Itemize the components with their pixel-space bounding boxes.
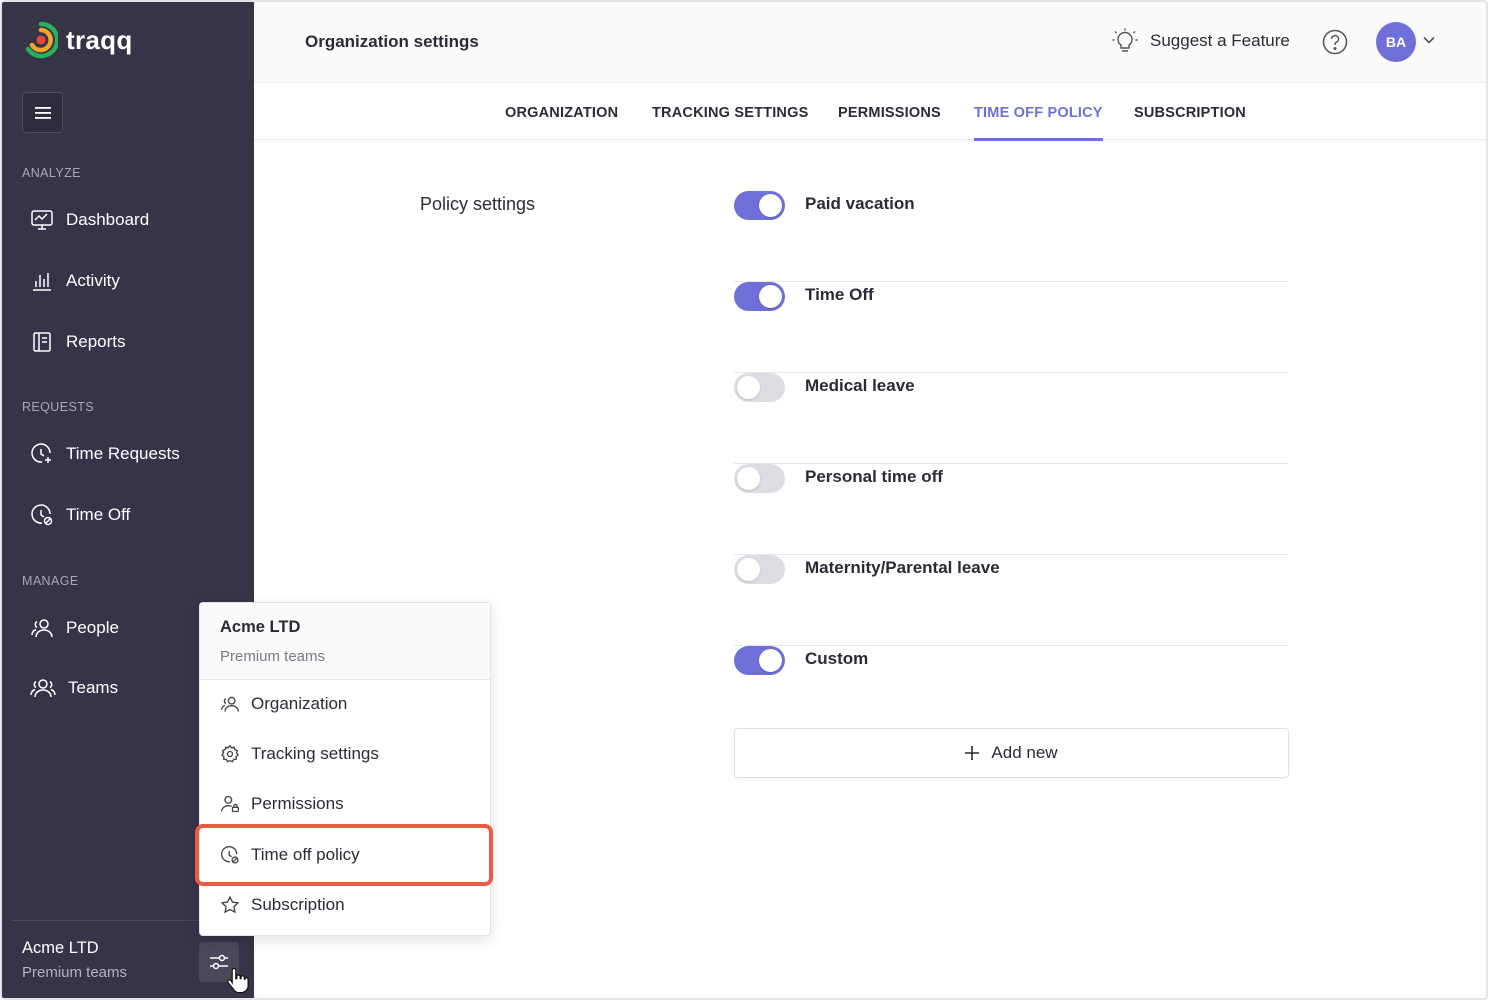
popup-item-tracking-settings[interactable]: Tracking settings bbox=[200, 729, 490, 779]
policy-row-paid-vacation: Paid vacation bbox=[734, 191, 1289, 282]
paid-vacation-toggle[interactable] bbox=[734, 191, 785, 220]
popup-item-label: Subscription bbox=[251, 895, 345, 914]
toggle-knob bbox=[759, 194, 782, 217]
app-frame: traqq ANALYZE Dashboard Activity Reports… bbox=[0, 0, 1488, 1000]
menu-toggle-button[interactable] bbox=[22, 92, 63, 133]
popup-item-label: Organization bbox=[251, 694, 348, 713]
chevron-down-icon[interactable] bbox=[1423, 36, 1435, 44]
add-new-label: Add new bbox=[991, 743, 1058, 762]
popup-item-label: Time off policy bbox=[251, 845, 360, 864]
settings-tabs: ORGANIZATION TRACKING SETTINGS PERMISSIO… bbox=[254, 83, 1486, 141]
popup-item-organization[interactable]: Organization bbox=[200, 679, 490, 729]
footer-plan: Premium teams bbox=[22, 964, 128, 981]
policy-label: Time Off bbox=[805, 285, 874, 304]
traqq-logo-icon bbox=[25, 21, 58, 59]
popup-item-label: Tracking settings bbox=[251, 744, 379, 763]
sidebar-item-reports[interactable]: Reports bbox=[22, 322, 242, 362]
suggest-feature-button[interactable]: Suggest a Feature bbox=[1112, 28, 1290, 54]
policy-label: Medical leave bbox=[805, 376, 915, 395]
sidebar-item-label: Time Off bbox=[66, 505, 131, 524]
time-off-toggle[interactable] bbox=[734, 282, 785, 311]
popup-item-time-off-policy[interactable]: Time off policy bbox=[200, 830, 490, 880]
clock-plus-icon bbox=[31, 443, 51, 463]
help-icon[interactable] bbox=[1322, 29, 1348, 55]
toggle-knob bbox=[737, 467, 760, 490]
popup-item-permissions[interactable]: Permissions bbox=[200, 779, 490, 829]
section-label-analyze: ANALYZE bbox=[22, 166, 81, 180]
sidebar-item-time-off[interactable]: Time Off bbox=[22, 495, 242, 535]
org-settings-popup: Acme LTD Premium teams Organization Trac… bbox=[199, 602, 491, 936]
section-label-manage: MANAGE bbox=[22, 574, 79, 588]
medical-leave-toggle[interactable] bbox=[734, 373, 785, 402]
custom-toggle[interactable] bbox=[734, 646, 785, 675]
policy-row-personal-time-off: Personal time off bbox=[734, 464, 1289, 555]
popup-plan: Premium teams bbox=[220, 648, 326, 665]
clock-off-icon bbox=[221, 846, 239, 864]
sidebar-item-label: People bbox=[66, 618, 119, 637]
logo-text: traqq bbox=[66, 24, 133, 55]
toggle-knob bbox=[737, 376, 760, 399]
suggest-feature-label: Suggest a Feature bbox=[1150, 31, 1290, 50]
policy-row-maternity-leave: Maternity/Parental leave bbox=[734, 555, 1289, 646]
policy-row-time-off: Time Off bbox=[734, 282, 1289, 373]
policy-row-medical-leave: Medical leave bbox=[734, 373, 1289, 464]
popup-header: Acme LTD Premium teams bbox=[200, 603, 490, 680]
policy-label: Personal time off bbox=[805, 467, 943, 486]
hamburger-icon bbox=[34, 106, 51, 119]
footer-org-name: Acme LTD bbox=[22, 939, 99, 957]
hand-cursor-icon bbox=[227, 967, 249, 994]
add-new-button[interactable]: Add new bbox=[734, 728, 1289, 778]
plus-icon bbox=[965, 746, 980, 760]
logo[interactable]: traqq bbox=[24, 20, 133, 60]
sidebar-item-time-requests[interactable]: Time Requests bbox=[22, 434, 242, 474]
policy-label: Maternity/Parental leave bbox=[805, 558, 1000, 577]
toggle-knob bbox=[759, 285, 782, 308]
sidebar-item-label: Time Requests bbox=[66, 444, 180, 463]
dashboard-icon bbox=[31, 210, 53, 230]
teams-icon bbox=[30, 679, 56, 698]
toggle-knob bbox=[737, 558, 760, 581]
tab-tracking-settings[interactable]: TRACKING SETTINGS bbox=[652, 105, 808, 138]
policy-label: Paid vacation bbox=[805, 194, 915, 213]
tab-time-off-policy[interactable]: TIME OFF POLICY bbox=[974, 105, 1103, 141]
people-icon bbox=[31, 619, 53, 638]
lightbulb-icon bbox=[1112, 28, 1138, 52]
section-label-requests: REQUESTS bbox=[22, 400, 94, 414]
sidebar-item-label: Dashboard bbox=[66, 210, 150, 229]
page-title: Organization settings bbox=[305, 32, 479, 51]
clock-off-icon bbox=[31, 504, 53, 526]
sidebar-item-activity[interactable]: Activity bbox=[22, 261, 242, 301]
tab-subscription[interactable]: SUBSCRIPTION bbox=[1134, 105, 1246, 138]
popup-org-name: Acme LTD bbox=[220, 618, 301, 636]
avatar[interactable]: BA bbox=[1376, 22, 1416, 62]
star-icon bbox=[220, 895, 240, 914]
popup-item-label: Permissions bbox=[251, 794, 344, 813]
sidebar-item-label: Reports bbox=[66, 332, 126, 351]
gear-icon bbox=[220, 744, 240, 763]
policy-label: Custom bbox=[805, 649, 869, 668]
user-lock-icon bbox=[221, 795, 239, 813]
reports-icon bbox=[33, 332, 51, 352]
maternity-leave-toggle[interactable] bbox=[734, 555, 785, 584]
top-header: Organization settings Suggest a Feature … bbox=[254, 2, 1486, 83]
sidebar-item-label: Activity bbox=[66, 271, 120, 290]
tab-permissions[interactable]: PERMISSIONS bbox=[838, 105, 941, 138]
tab-organization[interactable]: ORGANIZATION bbox=[505, 105, 618, 138]
policy-settings-heading: Policy settings bbox=[420, 194, 536, 214]
personal-time-off-toggle[interactable] bbox=[734, 464, 785, 493]
toggle-knob bbox=[759, 649, 782, 672]
popup-item-subscription[interactable]: Subscription bbox=[200, 880, 490, 930]
policy-row-custom: Custom bbox=[734, 646, 1289, 737]
bar-chart-icon bbox=[33, 273, 51, 291]
people-icon bbox=[221, 696, 239, 712]
sidebar-item-label: Teams bbox=[68, 678, 119, 697]
sidebar-item-dashboard[interactable]: Dashboard bbox=[22, 200, 242, 240]
